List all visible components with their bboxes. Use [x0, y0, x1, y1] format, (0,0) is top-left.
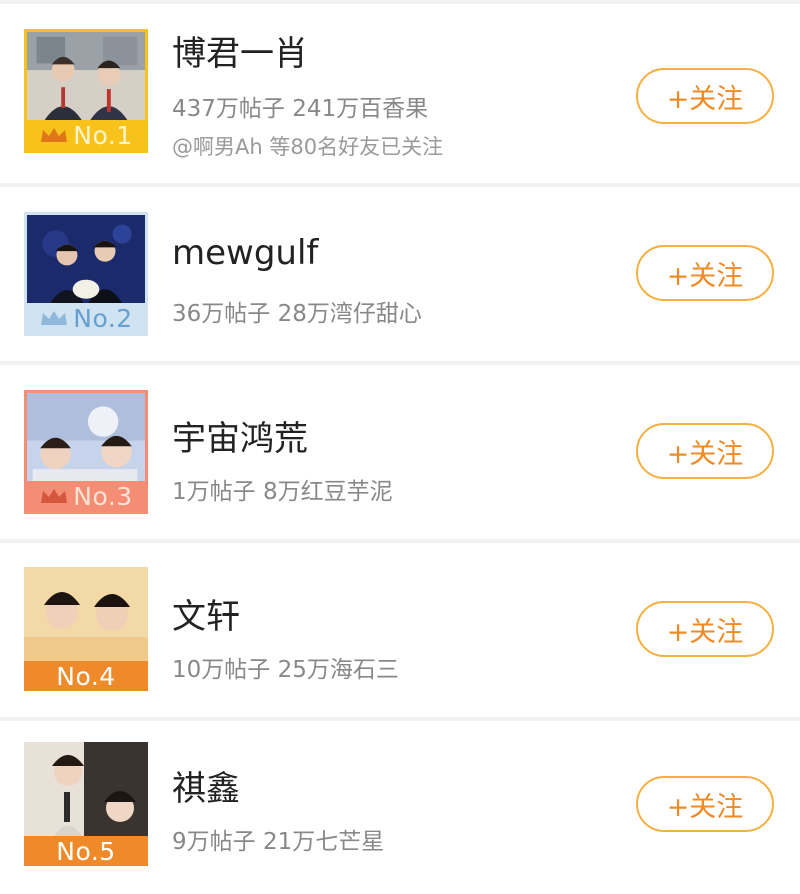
rank-label: No.4 — [56, 661, 116, 691]
thumbnail-image[interactable]: No.1 — [24, 29, 148, 153]
list-item[interactable]: No.5 祺鑫 9万帖子 21万七芒星 +关注 — [0, 721, 800, 894]
crown-icon — [41, 311, 68, 325]
item-stats: 9万帖子 21万七芒星 — [172, 829, 385, 855]
crown-icon — [41, 489, 68, 503]
item-title: 文轩 — [172, 597, 240, 637]
item-title: mewgulf — [172, 233, 319, 273]
rank-badge: No.5 — [24, 836, 148, 866]
follow-label: +关注 — [666, 791, 744, 823]
follow-label: +关注 — [666, 616, 744, 648]
item-stats: 10万帖子 25万海石三 — [172, 657, 399, 683]
rank-label: No.2 — [73, 303, 133, 333]
thumbnail-image[interactable]: No.2 — [24, 212, 148, 336]
thumbnail-image[interactable]: No.5 — [24, 742, 148, 866]
follow-button[interactable]: +关注 — [636, 423, 774, 479]
follow-button[interactable]: +关注 — [636, 245, 774, 301]
item-stats: 1万帖子 8万红豆芋泥 — [172, 479, 393, 505]
rank-badge: No.2 — [27, 303, 145, 333]
follow-button[interactable]: +关注 — [636, 776, 774, 832]
follow-label: +关注 — [666, 260, 744, 292]
follow-button[interactable]: +关注 — [636, 68, 774, 124]
rank-label: No.5 — [56, 836, 116, 866]
item-stats: 36万帖子 28万湾仔甜心 — [172, 301, 422, 327]
follow-button[interactable]: +关注 — [636, 601, 774, 657]
crown-icon — [41, 128, 68, 142]
follow-label: +关注 — [666, 438, 744, 470]
item-title: 博君一肖 — [172, 34, 308, 74]
rank-badge: No.4 — [24, 661, 148, 691]
rank-badge: No.3 — [27, 481, 145, 511]
item-title: 宇宙鸿荒 — [172, 419, 308, 459]
friends-followed: @啊男Ah 等80名好友已关注 — [172, 135, 444, 159]
list-item[interactable]: No.3 宇宙鸿荒 1万帖子 8万红豆芋泥 +关注 — [0, 365, 800, 539]
follow-label: +关注 — [666, 83, 744, 115]
list-item[interactable]: No.4 文轩 10万帖子 25万海石三 +关注 — [0, 543, 800, 717]
rank-badge: No.1 — [27, 120, 145, 150]
list-item[interactable]: No.2 mewgulf 36万帖子 28万湾仔甜心 +关注 — [0, 187, 800, 361]
item-stats: 437万帖子 241万百香果 — [172, 96, 429, 122]
thumbnail-image[interactable]: No.3 — [24, 390, 148, 514]
rank-label: No.1 — [73, 120, 133, 150]
ranking-list: No.1 博君一肖 437万帖子 241万百香果 @啊男Ah 等80名好友已关注… — [0, 0, 800, 894]
thumbnail-image[interactable]: No.4 — [24, 567, 148, 691]
rank-label: No.3 — [73, 481, 133, 511]
list-item[interactable]: No.1 博君一肖 437万帖子 241万百香果 @啊男Ah 等80名好友已关注… — [0, 4, 800, 183]
item-title: 祺鑫 — [172, 769, 240, 809]
